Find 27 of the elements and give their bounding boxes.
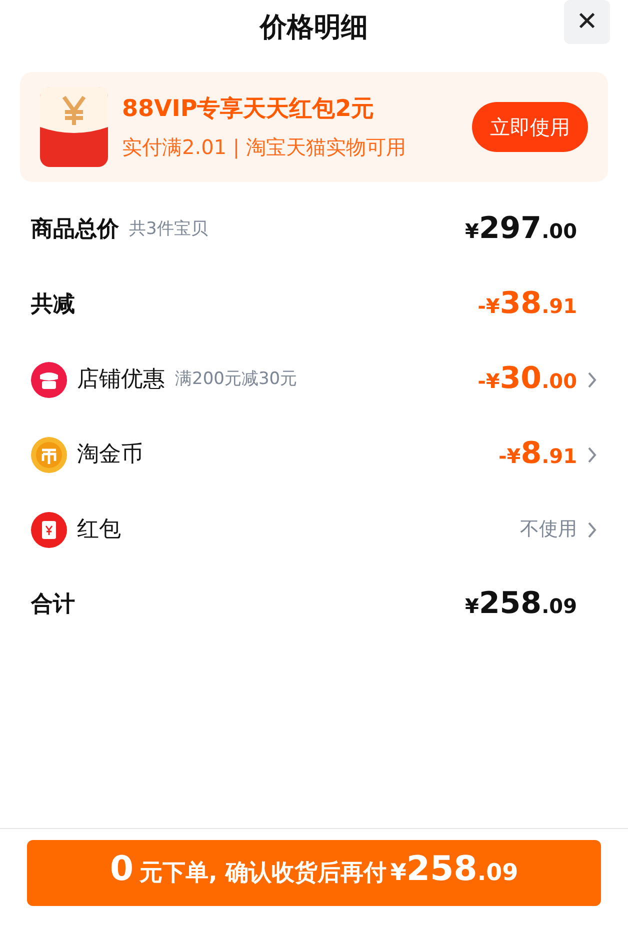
row-value: 不使用 (520, 517, 577, 542)
row-label: 淘金币 (77, 441, 143, 469)
sheet-title: 价格明细 (260, 10, 368, 45)
coin-icon (31, 436, 67, 472)
price: -¥30.00 (478, 364, 577, 396)
envelope-icon (31, 512, 67, 548)
envelope-icon (40, 87, 108, 167)
use-now-button[interactable]: 立即使用 (472, 102, 588, 152)
price: ¥258.09 (465, 588, 577, 620)
shop-icon (31, 362, 67, 398)
promo-subline: 实付满2.01 | 淘宝天猫实物可用 (122, 134, 407, 162)
row-label: 共减 (31, 291, 75, 319)
row-note: 满200元减30元 (175, 368, 298, 391)
row-label: 红包 (77, 516, 121, 544)
row-label: 合计 (31, 591, 75, 619)
close-button[interactable]: ✕ (564, 0, 610, 44)
price: -¥38.91 (478, 288, 577, 320)
chevron-right-icon (587, 446, 597, 464)
row-note: 共3件宝贝 (129, 218, 208, 241)
chevron-right-icon (587, 520, 597, 538)
price: ¥297.00 (465, 214, 577, 246)
row-label: 店铺优惠 (77, 366, 165, 394)
price: -¥8.91 (498, 438, 577, 470)
submit-button[interactable]: 0 元下单, 确认收货后再付 ¥258.09 (27, 840, 601, 906)
promo-headline: 88VIP专享天天红包2元 (122, 94, 376, 124)
chevron-right-icon (587, 370, 597, 388)
row-label: 商品总价 (31, 216, 119, 244)
